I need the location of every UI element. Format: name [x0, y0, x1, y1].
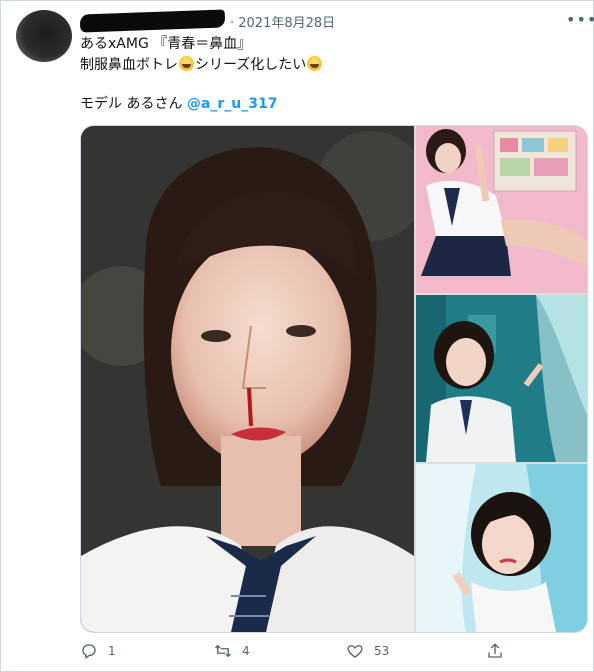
photo-bottom-right-svg [416, 464, 587, 632]
date-text: 2021年8月28日 [238, 16, 336, 31]
photo-bottom-right[interactable] [416, 464, 587, 632]
model-label: モデル あるさん [80, 96, 187, 112]
smiling-sweat-emoji [307, 56, 323, 71]
action-bar: 1 4 53 [0, 640, 594, 668]
more-icon[interactable]: ••• [566, 10, 594, 29]
mention-link[interactable]: @a_r_u_317 [187, 96, 278, 112]
photo-top-right-svg [416, 126, 587, 293]
tweet-text-line-1: あるxAMG 『青春＝鼻血』 [80, 36, 252, 52]
retweet-count: 4 [242, 644, 250, 658]
line2-part-b: シリーズ化したい [195, 57, 307, 73]
tweet-date[interactable]: · 2021年8月28日 [230, 12, 335, 31]
like-button[interactable]: 53 [346, 640, 389, 662]
like-count: 53 [374, 644, 390, 658]
avatar[interactable] [16, 10, 72, 62]
photo-middle-right[interactable] [416, 295, 587, 462]
reply-icon [82, 644, 96, 660]
retweet-icon [215, 644, 231, 658]
reply-button[interactable]: 1 [80, 640, 116, 662]
media-grid [80, 125, 588, 633]
tweet-text-line-2: 制服鼻血ボトレ シリーズ化したい [80, 56, 323, 74]
share-icon [488, 643, 502, 658]
line2-part-a: 制服鼻血ボトレ [80, 57, 178, 73]
photo-middle-right-svg [416, 295, 587, 462]
photo-large-left[interactable] [81, 126, 414, 632]
retweet-button[interactable]: 4 [214, 640, 250, 662]
photo-large-left-svg [81, 126, 414, 632]
photo-top-right[interactable] [416, 126, 587, 293]
share-button[interactable] [486, 640, 514, 662]
like-icon [347, 645, 363, 658]
smiling-sweat-emoji [179, 56, 194, 71]
tweet-text-line-3: モデル あるさん @a_r_u_317 [80, 95, 277, 113]
reply-count: 1 [108, 644, 116, 658]
